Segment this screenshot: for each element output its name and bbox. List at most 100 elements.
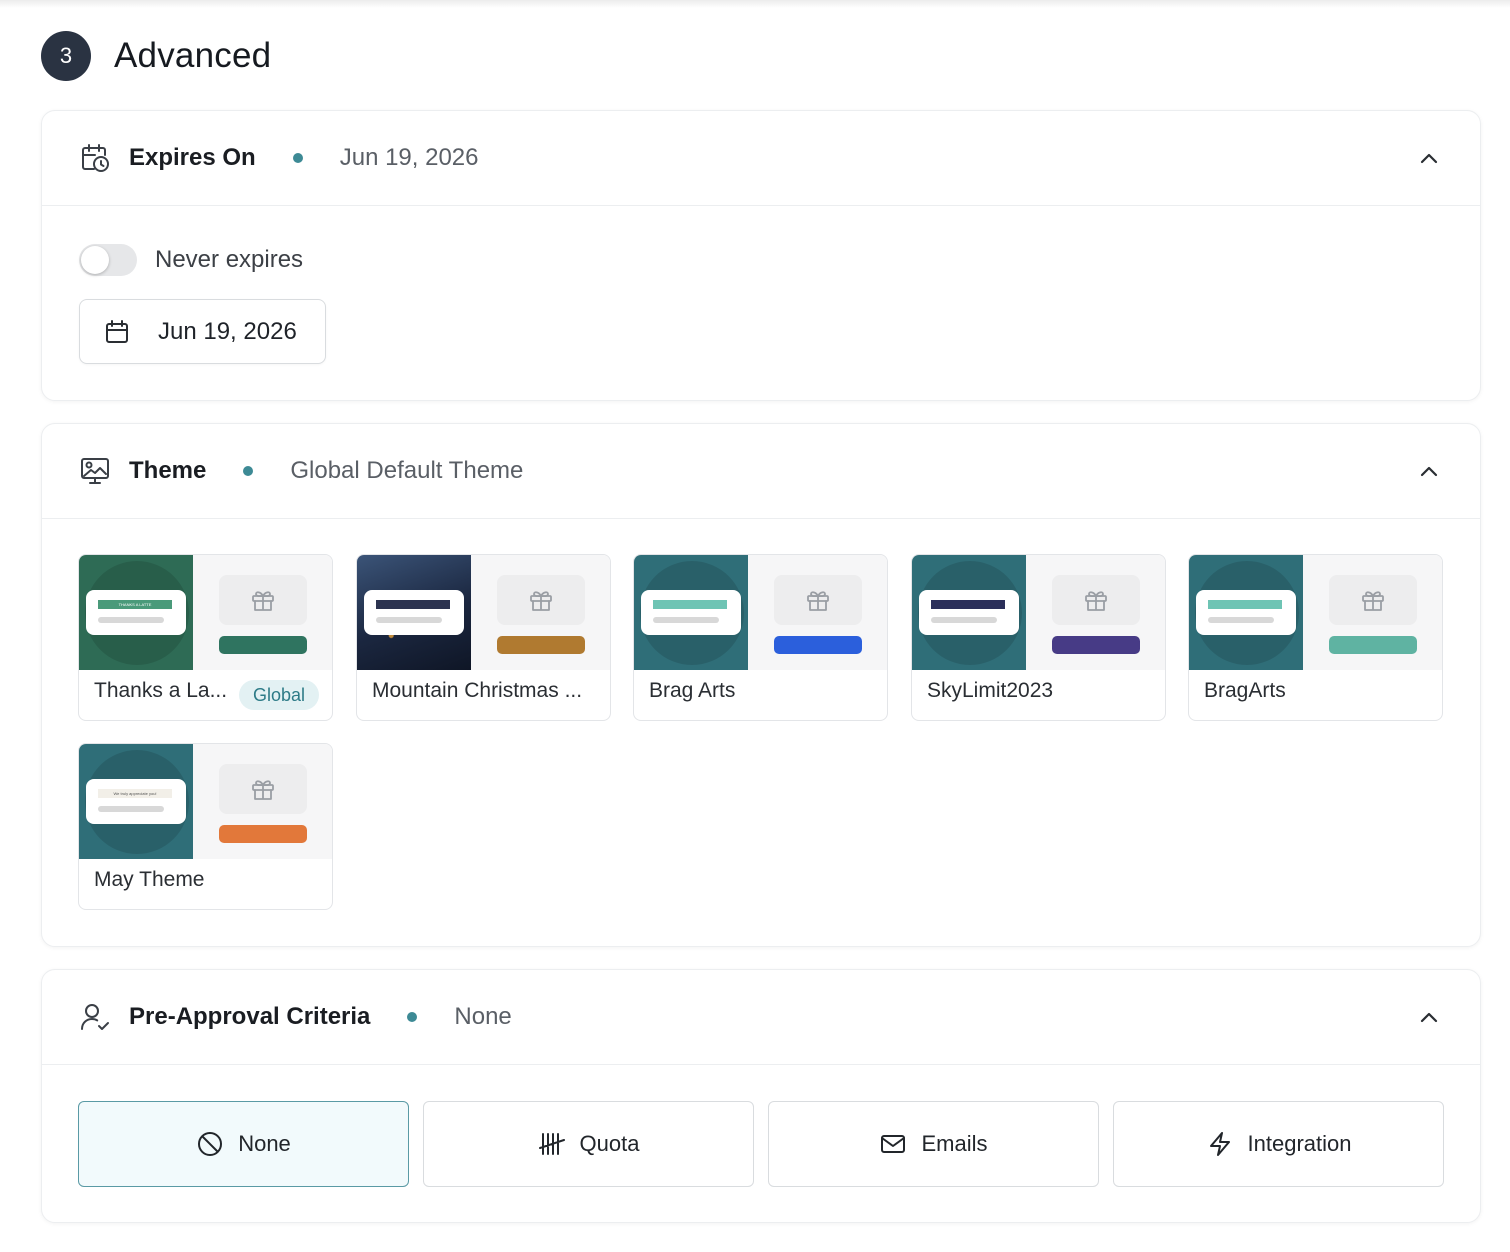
image-presentation-icon	[79, 455, 111, 487]
theme-mini-card: THANKS A LATTE	[86, 590, 186, 635]
theme-name: Mountain Christmas ...	[372, 679, 583, 702]
theme-background-preview	[912, 555, 1026, 670]
gift-icon	[219, 575, 307, 625]
theme-option[interactable]: Brag Arts	[633, 554, 888, 721]
theme-background-preview	[634, 555, 748, 670]
mail-icon	[879, 1130, 907, 1158]
theme-banner	[376, 600, 450, 609]
theme-reward-preview	[193, 555, 332, 670]
theme-option[interactable]: THANKS A LATTE Thanks a La... Global	[78, 554, 333, 721]
never-expires-toggle[interactable]	[79, 244, 137, 276]
theme-mini-card: We truly appreciate you!	[86, 779, 186, 824]
section-title: Advanced	[114, 36, 272, 75]
theme-banner	[1208, 600, 1282, 609]
theme-placeholder-line	[1208, 617, 1274, 623]
theme-placeholder-line	[931, 617, 997, 623]
global-badge: Global	[239, 680, 320, 710]
theme-thumbnail	[357, 555, 610, 670]
user-check-icon	[79, 1001, 111, 1033]
theme-placeholder-line	[376, 617, 442, 623]
theme-name: Thanks a La...	[94, 679, 228, 702]
theme-thumbnail	[912, 555, 1165, 670]
preapproval-title: Pre-Approval Criteria	[129, 1003, 371, 1030]
calendar-clock-icon	[79, 142, 111, 174]
theme-banner	[931, 600, 1005, 609]
never-expires-label: Never expires	[155, 246, 304, 273]
theme-button-preview	[219, 636, 307, 654]
theme-option[interactable]: BragArts	[1188, 554, 1443, 721]
theme-option[interactable]: SkyLimit2023	[911, 554, 1166, 721]
theme-title: Theme	[129, 457, 207, 484]
theme-mini-card	[1196, 590, 1296, 635]
theme-placeholder-line	[98, 617, 164, 623]
option-label: None	[238, 1131, 291, 1156]
expires-card: Expires On Jun 19, 2026 Never expires Ju…	[41, 110, 1481, 401]
chevron-up-icon[interactable]	[1418, 461, 1440, 483]
step-badge: 3	[41, 31, 91, 81]
option-quota-button[interactable]: Quota	[423, 1101, 754, 1187]
theme-button-preview	[774, 636, 862, 654]
theme-button-preview	[497, 636, 585, 654]
theme-button-preview	[1329, 636, 1417, 654]
theme-placeholder-line	[98, 806, 164, 812]
option-label: Emails	[921, 1131, 988, 1156]
chevron-up-icon[interactable]	[1418, 148, 1440, 170]
theme-background-preview: THANKS A LATTE	[79, 555, 193, 670]
theme-reward-preview	[748, 555, 887, 670]
theme-reward-preview	[471, 555, 610, 670]
theme-reward-preview	[1303, 555, 1442, 670]
theme-name: BragArts	[1204, 679, 1286, 702]
gift-icon	[1329, 575, 1417, 625]
theme-thumbnail	[634, 555, 887, 670]
chevron-up-icon[interactable]	[1418, 1007, 1440, 1029]
theme-name: SkyLimit2023	[927, 679, 1054, 702]
top-shadow	[0, 0, 1510, 8]
theme-thumbnail: THANKS A LATTE	[79, 555, 332, 670]
option-label: Integration	[1247, 1131, 1352, 1156]
theme-banner: THANKS A LATTE	[98, 600, 172, 609]
expires-value: Jun 19, 2026	[339, 144, 479, 171]
option-integration-button[interactable]: Integration	[1113, 1101, 1444, 1187]
tally-icon	[538, 1130, 566, 1158]
theme-header[interactable]: Theme Global Default Theme	[42, 424, 1480, 519]
status-dot	[243, 466, 254, 476]
theme-banner: We truly appreciate you!	[98, 789, 172, 798]
theme-thumbnail	[1189, 555, 1442, 670]
date-picker-button[interactable]: Jun 19, 2026	[79, 299, 326, 364]
expires-title: Expires On	[129, 144, 256, 171]
option-emails-button[interactable]: Emails	[768, 1101, 1099, 1187]
gift-icon	[774, 575, 862, 625]
theme-option[interactable]: We truly appreciate you! May Theme	[78, 743, 333, 910]
theme-reward-preview	[193, 744, 332, 859]
ban-icon	[196, 1130, 224, 1158]
preapproval-card: Pre-Approval Criteria None None Quota Em…	[41, 969, 1481, 1223]
gift-icon	[1052, 575, 1140, 625]
theme-card: Theme Global Default Theme THANKS A LATT…	[41, 423, 1481, 947]
theme-button-preview	[219, 825, 307, 843]
date-value: Jun 19, 2026	[158, 317, 297, 345]
expires-header[interactable]: Expires On Jun 19, 2026	[42, 111, 1480, 206]
theme-button-preview	[1052, 636, 1140, 654]
option-label: Quota	[579, 1131, 640, 1156]
section-header: 3 Advanced	[41, 31, 271, 81]
preapproval-header[interactable]: Pre-Approval Criteria None	[42, 970, 1480, 1065]
option-none-button[interactable]: None	[78, 1101, 409, 1187]
theme-mini-card	[919, 590, 1019, 635]
status-dot	[292, 153, 303, 163]
theme-name: Brag Arts	[649, 679, 736, 702]
theme-background-preview	[357, 555, 471, 670]
theme-background-preview	[1189, 555, 1303, 670]
theme-banner	[653, 600, 727, 609]
theme-name: May Theme	[94, 868, 205, 891]
never-expires-row: Never expires	[79, 244, 303, 276]
theme-mini-card	[641, 590, 741, 635]
theme-thumbnail: We truly appreciate you!	[79, 744, 332, 859]
gift-icon	[497, 575, 585, 625]
theme-reward-preview	[1026, 555, 1165, 670]
preapproval-value: None	[454, 1003, 512, 1030]
status-dot	[407, 1012, 418, 1022]
theme-mini-card	[364, 590, 464, 635]
theme-option[interactable]: Mountain Christmas ...	[356, 554, 611, 721]
lightning-icon	[1206, 1130, 1234, 1158]
toggle-knob	[81, 246, 109, 274]
